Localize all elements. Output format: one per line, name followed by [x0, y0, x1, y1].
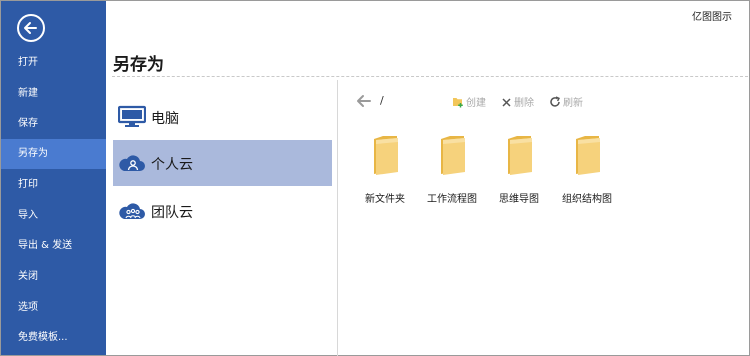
- panel-divider: [337, 80, 338, 356]
- sidebar-item-label: 关闭: [18, 271, 38, 282]
- sidebar: 打开 新建 保存 另存为 打印 导入 导出 & 发送 关闭 选项 免费模板...: [1, 1, 106, 355]
- page-title: 另存为: [113, 55, 164, 75]
- current-path: /: [380, 94, 384, 107]
- arrow-left-icon[interactable]: [356, 94, 372, 108]
- folder-name: 工作流程图: [427, 194, 477, 205]
- folder-icon: [441, 136, 465, 175]
- folder-name: 新文件夹: [365, 194, 405, 205]
- create-label: 创建: [466, 98, 486, 109]
- refresh-button[interactable]: 刷新: [549, 94, 583, 109]
- sidebar-item-label: 免费模板...: [18, 332, 68, 343]
- sidebar-item-save-as[interactable]: 另存为: [1, 139, 106, 169]
- folder-name: 组织结构图: [562, 194, 612, 205]
- sidebar-item-label: 导入: [18, 210, 38, 221]
- folder-icon: [374, 136, 398, 175]
- location-label: 电脑: [151, 111, 179, 127]
- folder-item[interactable]: 组织结构图: [551, 134, 623, 205]
- location-personal-cloud[interactable]: 个人云: [113, 140, 332, 186]
- sidebar-item-new[interactable]: 新建: [1, 79, 106, 109]
- sidebar-item-print[interactable]: 打印: [1, 170, 106, 200]
- back-button[interactable]: [17, 14, 45, 42]
- delete-label: 删除: [514, 98, 534, 109]
- team-cloud-icon: [119, 203, 145, 219]
- refresh-label: 刷新: [563, 98, 583, 109]
- sidebar-item-import[interactable]: 导入: [1, 201, 106, 231]
- sidebar-item-label: 选项: [18, 302, 38, 313]
- sidebar-item-export-send[interactable]: 导出 & 发送: [1, 231, 106, 261]
- location-computer[interactable]: 电脑: [113, 94, 332, 140]
- folder-item[interactable]: 新文件夹: [349, 134, 421, 205]
- folder-icon: [576, 136, 600, 175]
- sidebar-item-close[interactable]: 关闭: [1, 262, 106, 292]
- app-title: 亿图图示: [692, 12, 732, 23]
- sidebar-item-save[interactable]: 保存: [1, 109, 106, 139]
- location-label: 个人云: [151, 157, 193, 173]
- folder-item[interactable]: 工作流程图: [416, 134, 488, 205]
- folder-item[interactable]: 思维导图: [483, 134, 555, 205]
- add-folder-icon: [453, 98, 463, 108]
- monitor-icon: [118, 105, 146, 127]
- arrow-left-icon: [24, 22, 37, 34]
- sidebar-item-label: 新建: [18, 88, 38, 99]
- sidebar-item-label: 导出 & 发送: [18, 240, 73, 251]
- sidebar-item-label: 另存为: [18, 148, 48, 159]
- sidebar-item-options[interactable]: 选项: [1, 293, 106, 323]
- sidebar-item-label: 打印: [18, 179, 38, 190]
- location-label: 团队云: [151, 205, 193, 221]
- create-button[interactable]: 创建: [452, 94, 486, 109]
- delete-button[interactable]: 删除: [501, 94, 534, 109]
- sidebar-item-label: 保存: [18, 118, 38, 129]
- sidebar-item-open[interactable]: 打开: [1, 48, 106, 78]
- location-team-cloud[interactable]: 团队云: [113, 188, 332, 234]
- personal-cloud-icon: [119, 155, 145, 171]
- close-icon: [502, 98, 511, 107]
- folder-icon: [508, 136, 532, 175]
- sidebar-item-free-templates[interactable]: 免费模板...: [1, 323, 106, 353]
- sidebar-item-label: 打开: [18, 57, 38, 68]
- refresh-icon: [550, 96, 560, 107]
- title-divider: [112, 76, 748, 77]
- folder-name: 思维导图: [499, 194, 539, 205]
